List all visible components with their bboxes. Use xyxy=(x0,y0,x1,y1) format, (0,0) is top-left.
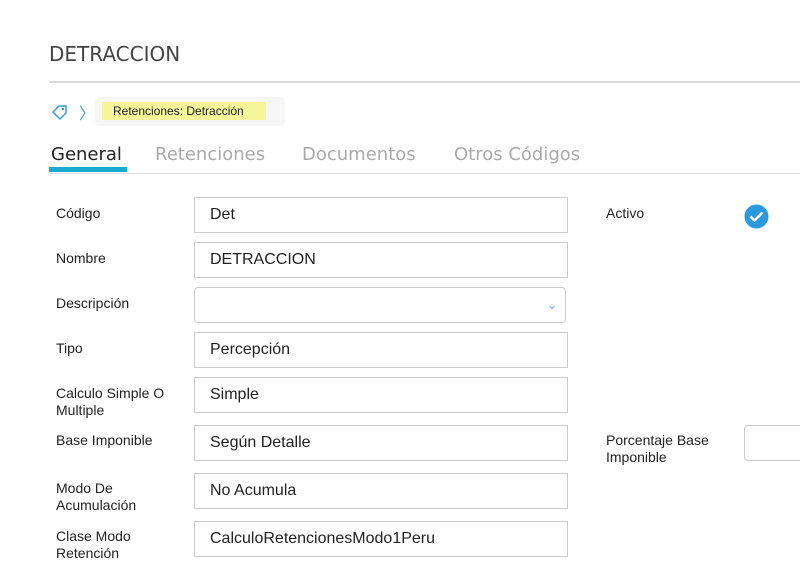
nombre-input[interactable]: DETRACCION xyxy=(194,242,568,278)
codigo-input[interactable]: Det xyxy=(194,197,568,233)
activo-checkbox[interactable] xyxy=(744,204,769,229)
codigo-label: Código xyxy=(56,205,101,221)
page-title: DETRACCION xyxy=(49,42,181,66)
porcentaje-label: Porcentaje Base Imponible xyxy=(606,432,709,465)
tag-icon[interactable] xyxy=(51,103,69,121)
modo-acumulacion-label: Modo De Acumulación xyxy=(56,480,137,513)
descripcion-label: Descripción xyxy=(56,295,130,311)
nombre-label: Nombre xyxy=(56,250,106,266)
clase-modo-input[interactable]: CalculoRetencionesModo1Peru xyxy=(194,521,568,557)
descripcion-input[interactable]: ⌄ xyxy=(194,287,566,323)
activo-label: Activo xyxy=(606,205,645,221)
chevron-down-icon[interactable]: ⌄ xyxy=(547,288,557,322)
base-imponible-input[interactable]: Según Detalle xyxy=(194,425,568,461)
tipo-label: Tipo xyxy=(56,340,83,356)
clase-modo-label: Clase Modo Retención xyxy=(56,528,131,561)
tab-documentos[interactable]: Documentos xyxy=(302,144,416,165)
porcentaje-input[interactable] xyxy=(744,425,800,461)
tab-bar: General Retenciones Documentos Otros Cód… xyxy=(49,140,800,174)
tab-otros-codigos[interactable]: Otros Códigos xyxy=(454,144,580,165)
divider xyxy=(49,81,800,83)
tab-retenciones[interactable]: Retenciones xyxy=(155,144,265,165)
chevron-right-icon: 〉 xyxy=(79,106,96,123)
modo-acumulacion-input[interactable]: No Acumula xyxy=(194,473,568,509)
active-tab-indicator xyxy=(49,167,127,172)
breadcrumb-item[interactable]: Retenciones: Detracción xyxy=(102,102,266,120)
base-imponible-label: Base Imponible xyxy=(56,432,153,448)
tab-general[interactable]: General xyxy=(51,144,122,165)
calculo-label: Calculo Simple O Multiple xyxy=(56,385,165,418)
tipo-input[interactable]: Percepción xyxy=(194,332,568,368)
calculo-input[interactable]: Simple xyxy=(194,377,568,413)
